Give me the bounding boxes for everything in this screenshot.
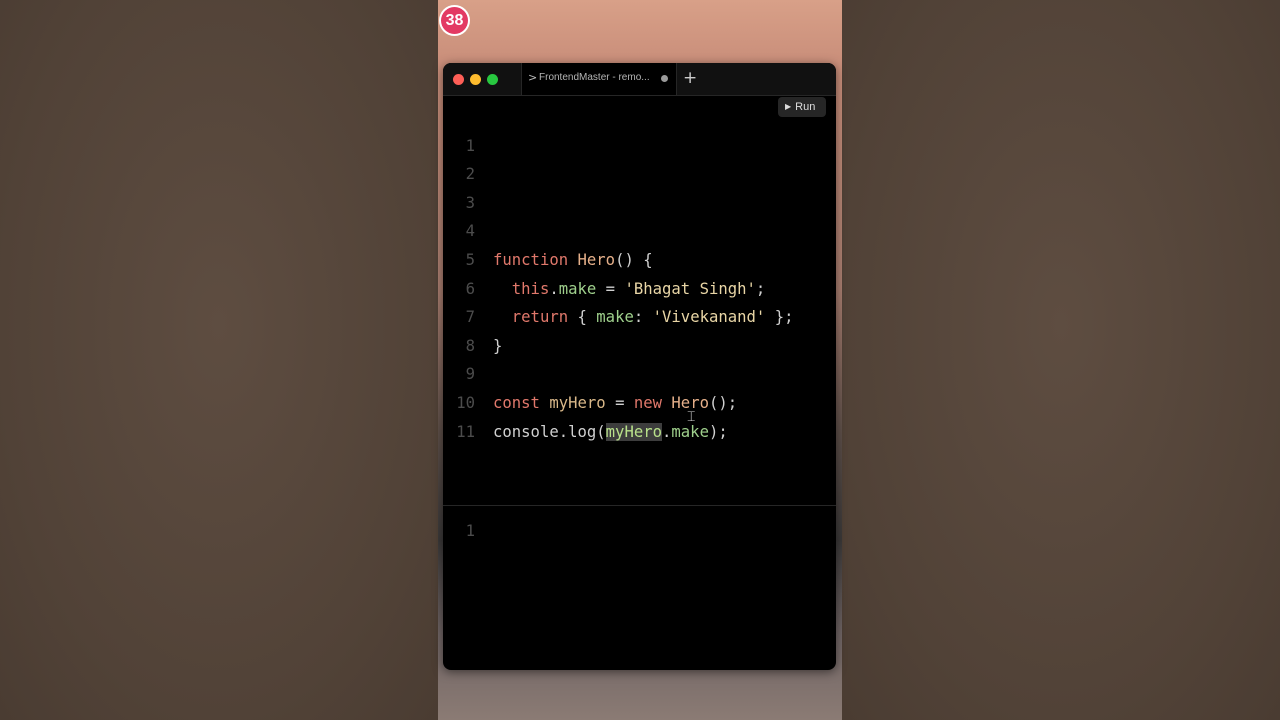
code-line: 11 [443,389,836,441]
output-divider[interactable] [443,505,836,506]
identifier-token: console [493,422,559,441]
add-tab-button[interactable]: + [683,68,697,88]
background-right [842,0,1280,720]
identifier-token: log [568,422,597,441]
code-line: 10 console.log(myHero.make); [443,360,836,441]
punctuation-token: ( [596,422,606,441]
code-line: 7 } [443,275,836,355]
title-bar: > FrontendMaster - remo... + [443,63,836,96]
code-line: 5 this.make = 'Bhagat Singh'; [443,217,836,298]
close-window-button[interactable] [453,74,464,85]
line-number: 11 [456,422,475,441]
punctuation-token: . [558,422,569,441]
episode-badge: 38 [441,7,468,34]
code-line: 3 [443,160,836,212]
code-line: 9 const myHero = new Hero(); [443,332,836,412]
text-cursor-icon: ⌶ [687,409,696,425]
output-line-number: 1 [465,522,475,540]
chevron-right-icon: > [528,71,538,84]
minimize-window-button[interactable] [470,74,481,85]
tab-label: FrontendMaster - remo... [539,72,650,83]
punctuation-token: ); [708,422,728,441]
code-line: 1 [443,103,836,155]
code-line: 8 [443,303,836,355]
background-left [0,0,438,720]
property-token: make [671,422,709,441]
punctuation-token: . [662,422,672,441]
unsaved-dot-icon[interactable] [661,75,668,82]
highlighted-selection: myHero [605,422,663,441]
maximize-window-button[interactable] [487,74,498,85]
code-line: 4 function Hero() { [443,189,836,269]
editor-window: > FrontendMaster - remo... + ▶ Run 1 2 3 … [443,63,836,670]
code-editor[interactable]: 1 2 3 4 function Hero() { 5 this.make = … [443,103,836,503]
code-line: 6 return { make: 'Vivekanand' }; [443,246,836,327]
tab-frontendmaster[interactable]: > FrontendMaster - remo... [521,63,677,95]
code-line: 2 [443,132,836,183]
